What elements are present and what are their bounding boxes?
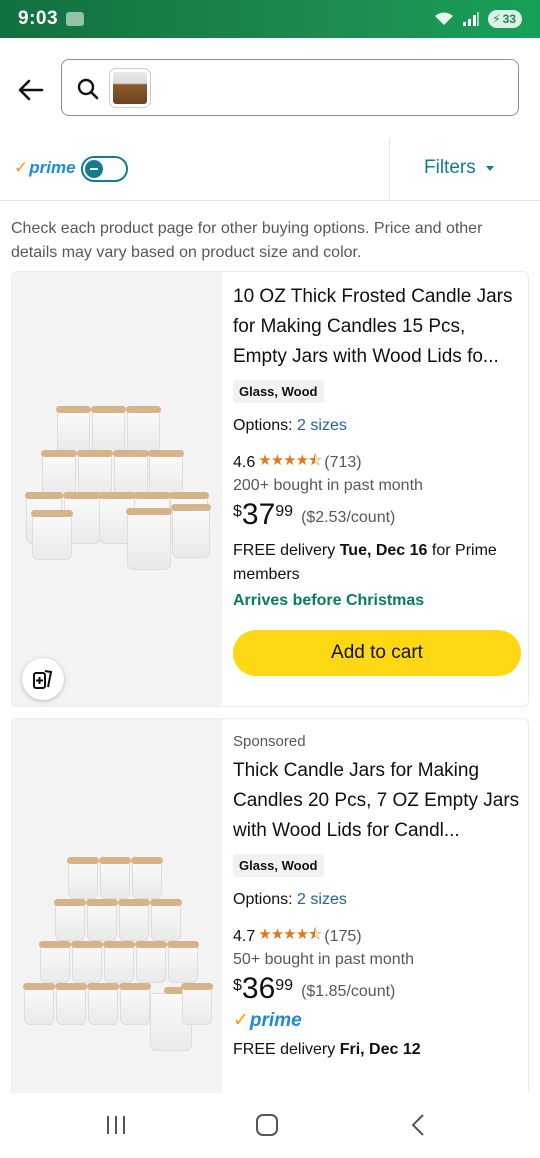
back-arrow-icon[interactable] bbox=[14, 74, 46, 106]
status-icons: ⚡ 33 bbox=[434, 10, 522, 28]
prime-badge: ✓prime bbox=[233, 1010, 302, 1031]
options-link[interactable]: 2 sizes bbox=[297, 891, 347, 908]
product-image[interactable] bbox=[12, 719, 222, 1093]
compare-glyph-icon bbox=[33, 670, 53, 689]
battery-icon: ⚡ 33 bbox=[488, 10, 522, 28]
unit-price: ($1.85/count) bbox=[301, 983, 396, 1000]
product-card[interactable]: Sponsored Thick Candle Jars for Making C… bbox=[11, 718, 529, 1093]
product-title[interactable]: Thick Candle Jars for Making Candles 20 … bbox=[233, 756, 523, 846]
wifi-icon bbox=[435, 12, 454, 25]
home-icon[interactable] bbox=[255, 1113, 279, 1137]
product-info: 10 OZ Thick Frosted Candle Jars for Maki… bbox=[233, 282, 523, 676]
filter-bar: ✓prime Filters bbox=[0, 138, 540, 201]
rating-value: 4.6 bbox=[233, 453, 256, 471]
prime-toggle[interactable] bbox=[81, 156, 128, 182]
bought-count: 200+ bought in past month bbox=[233, 477, 423, 494]
notification-icon bbox=[66, 12, 85, 26]
rating-row[interactable]: 4.6 ★★★★⯪ (713) bbox=[233, 450, 523, 475]
signal-icon bbox=[463, 12, 480, 26]
search-icon[interactable] bbox=[76, 77, 100, 101]
options-label: Options: bbox=[233, 417, 293, 434]
back-icon[interactable] bbox=[407, 1113, 431, 1137]
stars-icon: ★★★★⯪ bbox=[258, 452, 322, 469]
rating-value: 4.7 bbox=[233, 927, 256, 945]
product-info: Sponsored Thick Candle Jars for Making C… bbox=[233, 733, 523, 1062]
status-time: 9:03 bbox=[18, 8, 59, 29]
review-count[interactable]: (713) bbox=[324, 454, 361, 472]
prime-check-icon: ✓ bbox=[14, 158, 29, 177]
disclaimer-text: Check each product page for other buying… bbox=[11, 220, 483, 261]
options-label: Options: bbox=[233, 891, 293, 908]
search-header bbox=[0, 38, 540, 138]
material-badge: Glass, Wood bbox=[233, 380, 324, 403]
delivery-date: Fri, Dec 12 bbox=[339, 1041, 421, 1058]
search-input[interactable] bbox=[61, 59, 519, 116]
product-title[interactable]: 10 OZ Thick Frosted Candle Jars for Maki… bbox=[233, 282, 523, 372]
options-row: Options: 2 sizes bbox=[233, 891, 523, 909]
chevron-down-icon bbox=[485, 165, 494, 171]
sponsored-label[interactable]: Sponsored bbox=[233, 733, 523, 750]
product-card[interactable]: 10 OZ Thick Frosted Candle Jars for Maki… bbox=[11, 271, 529, 707]
search-image-thumbnail[interactable] bbox=[109, 68, 151, 108]
status-bar: 9:03 ⚡ 33 bbox=[0, 0, 540, 38]
review-count[interactable]: (175) bbox=[324, 928, 361, 946]
recent-apps-icon[interactable] bbox=[104, 1113, 128, 1137]
delivery-info: FREE delivery Fri, Dec 12 bbox=[233, 1041, 421, 1058]
material-badge: Glass, Wood bbox=[233, 854, 324, 877]
price: $ 37 99 ($2.53/count) bbox=[233, 498, 396, 531]
delivery-info: FREE delivery Tue, Dec 16 for Prime memb… bbox=[233, 542, 497, 583]
prime-logo: ✓prime bbox=[14, 158, 76, 177]
compare-icon[interactable] bbox=[22, 658, 64, 700]
add-to-cart-button[interactable]: Add to cart bbox=[233, 630, 521, 676]
prime-check-icon: ✓ bbox=[233, 1010, 249, 1031]
system-nav-bar bbox=[0, 1093, 540, 1158]
options-row: Options: 2 sizes bbox=[233, 417, 523, 435]
filters-button[interactable]: Filters bbox=[424, 157, 494, 179]
stars-icon: ★★★★⯪ bbox=[258, 926, 322, 943]
battery-level: 33 bbox=[502, 12, 516, 26]
price: $ 36 99 ($1.85/count) bbox=[233, 972, 396, 1005]
toggle-knob bbox=[85, 160, 103, 178]
options-link[interactable]: 2 sizes bbox=[297, 417, 347, 434]
arrives-badge: Arrives before Christmas bbox=[233, 592, 425, 609]
divider bbox=[389, 138, 390, 200]
filters-label: Filters bbox=[424, 157, 476, 178]
delivery-date: Tue, Dec 16 bbox=[339, 542, 428, 559]
bought-count: 50+ bought in past month bbox=[233, 951, 415, 968]
product-image[interactable] bbox=[12, 272, 222, 706]
unit-price: ($2.53/count) bbox=[301, 509, 396, 526]
rating-row[interactable]: 4.7 ★★★★⯪ (175) bbox=[233, 924, 523, 949]
